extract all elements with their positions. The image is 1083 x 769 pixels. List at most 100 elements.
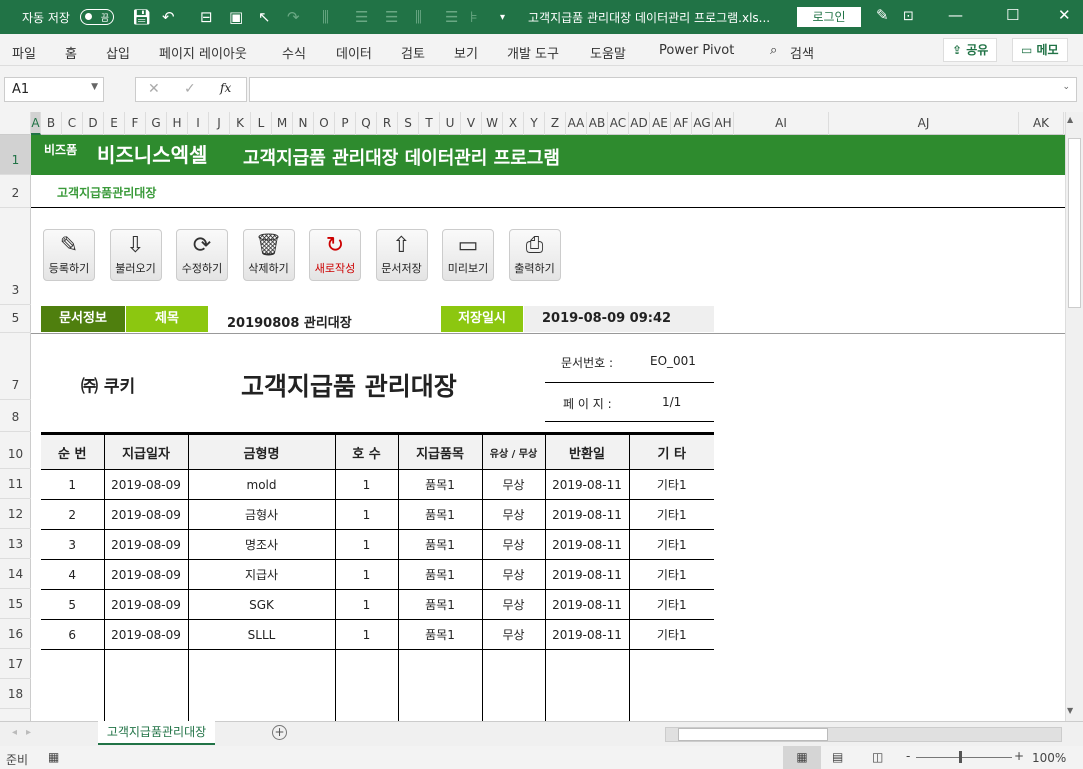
menu-view[interactable]: 보기 <box>454 43 478 62</box>
fit-icon[interactable]: ⊟ <box>200 8 213 26</box>
column-header[interactable]: I <box>188 112 209 135</box>
row-header[interactable]: 14 <box>0 559 31 589</box>
function-icon[interactable]: fx <box>220 81 231 95</box>
maximize-button[interactable]: ☐ <box>1006 6 1019 24</box>
row-header[interactable]: 11 <box>0 469 31 499</box>
table-cell[interactable]: 기타1 <box>628 469 714 500</box>
table-cell[interactable]: 1 <box>334 559 398 590</box>
table-cell[interactable]: 2019-08-09 <box>103 529 188 560</box>
zoom-slider-thumb[interactable] <box>959 751 962 763</box>
scroll-up-icon[interactable]: ▲ <box>1067 115 1073 124</box>
row-header[interactable]: 8 <box>0 400 31 432</box>
pen-icon[interactable]: ✎ <box>876 6 889 24</box>
zoom-out-button[interactable]: - <box>906 749 910 763</box>
tool-button-7[interactable]: ▭ 미리보기 <box>442 229 494 281</box>
column-header[interactable]: P <box>335 112 356 135</box>
row-header[interactable]: 13 <box>0 529 31 559</box>
h-scroll-thumb[interactable] <box>678 728 828 741</box>
table-cell[interactable]: 2019-08-11 <box>544 559 629 590</box>
menu-power-pivot[interactable]: Power Pivot <box>659 43 734 58</box>
menu-review[interactable]: 검토 <box>401 43 425 62</box>
table-cell[interactable]: 기타1 <box>628 619 714 650</box>
table-cell[interactable]: 2019-08-11 <box>544 589 629 620</box>
column-header[interactable]: B <box>41 112 62 135</box>
row-header[interactable]: 3 <box>0 208 31 305</box>
zoom-level[interactable]: 100% <box>1032 751 1066 765</box>
chevron-down-icon[interactable]: ▼ <box>91 82 98 92</box>
column-header[interactable]: U <box>440 112 461 135</box>
sheet-tab-active[interactable]: 고객지급품관리대장 <box>98 721 215 745</box>
menu-home[interactable]: 홈 <box>65 43 77 62</box>
table-cell[interactable]: 기타1 <box>628 559 714 590</box>
column-header[interactable]: Z <box>545 112 566 135</box>
tool-button-3[interactable]: ⟳ 수정하기 <box>176 229 228 281</box>
menu-insert[interactable]: 삽입 <box>106 43 130 62</box>
page-layout-view-icon[interactable]: ▤ <box>832 750 843 764</box>
menu-data[interactable]: 데이터 <box>336 43 372 62</box>
table-cell[interactable]: 기타1 <box>628 589 714 620</box>
table-cell[interactable]: 3 <box>41 529 104 560</box>
table-cell[interactable] <box>103 649 188 721</box>
align-icon[interactable]: ☰ <box>355 8 368 26</box>
column-header[interactable]: AC <box>608 112 629 135</box>
column-header[interactable]: R <box>377 112 398 135</box>
table-cell[interactable]: 품목1 <box>397 469 482 500</box>
vertical-scrollbar[interactable]: ▲ ▼ <box>1065 112 1083 721</box>
column-header[interactable]: L <box>251 112 272 135</box>
prev-sheet-icon[interactable]: ◂ <box>12 727 17 738</box>
table-cell[interactable]: 무상 <box>481 469 545 500</box>
row-header[interactable]: 17 <box>0 649 31 679</box>
table-cell[interactable]: 2019-08-11 <box>544 619 629 650</box>
table-cell[interactable]: 2019-08-11 <box>544 529 629 560</box>
column-header[interactable]: AI <box>734 112 829 135</box>
image-icon[interactable]: ▣ <box>229 8 243 26</box>
column-header[interactable]: AA <box>566 112 587 135</box>
table-cell[interactable]: 무상 <box>481 559 545 590</box>
table-cell[interactable]: 품목1 <box>397 559 482 590</box>
table-cell[interactable]: mold <box>187 469 335 500</box>
table-cell[interactable]: SLLL <box>187 619 335 650</box>
row-header[interactable]: 18 <box>0 679 31 709</box>
column-header[interactable]: AH <box>713 112 734 135</box>
table-cell[interactable]: 1 <box>334 469 398 500</box>
autosave-toggle[interactable]: 끔 <box>80 9 114 25</box>
table-cell[interactable]: 1 <box>41 469 104 500</box>
column-header[interactable]: W <box>482 112 503 135</box>
column-header[interactable]: O <box>314 112 335 135</box>
column-header[interactable]: G <box>146 112 167 135</box>
table-cell[interactable]: 기타1 <box>628 499 714 530</box>
column-header[interactable]: AG <box>692 112 713 135</box>
close-button[interactable]: ✕ <box>1058 6 1071 24</box>
column-header[interactable]: AB <box>587 112 608 135</box>
column-header[interactable]: H <box>167 112 188 135</box>
column-header[interactable]: Q <box>356 112 377 135</box>
row-header[interactable]: 2 <box>0 175 31 208</box>
enter-icon[interactable]: ✓ <box>184 81 196 97</box>
search-box[interactable]: 검색 <box>790 43 814 62</box>
horizontal-scrollbar[interactable] <box>665 727 1062 742</box>
customize-icon[interactable]: ▾ <box>500 12 505 23</box>
formula-input[interactable]: ⌄ <box>249 77 1077 102</box>
worksheet[interactable]: 비즈폼 비즈니스엑셀 고객지급품 관리대장 데이터관리 프로그램 고객지급품관리… <box>31 135 1065 721</box>
menu-help[interactable]: 도움말 <box>590 43 626 62</box>
table-cell[interactable]: 무상 <box>481 589 545 620</box>
row-header[interactable]: 5 <box>0 305 31 333</box>
table-cell[interactable]: 명조사 <box>187 529 335 560</box>
column-header[interactable]: M <box>272 112 293 135</box>
align-icon[interactable]: ⊧ <box>470 8 478 26</box>
column-header[interactable]: AE <box>650 112 671 135</box>
title-value[interactable]: 20190808 관리대장 <box>227 312 352 331</box>
table-cell[interactable] <box>187 649 335 721</box>
table-cell[interactable]: 기타1 <box>628 529 714 560</box>
table-cell[interactable]: 4 <box>41 559 104 590</box>
cancel-icon[interactable]: ✕ <box>148 81 160 97</box>
memo-button[interactable]: ▭ 메모 <box>1012 38 1068 62</box>
table-cell[interactable] <box>544 649 629 721</box>
table-cell[interactable]: SGK <box>187 589 335 620</box>
column-header[interactable]: D <box>83 112 104 135</box>
tool-button-4[interactable]: 🗑 삭제하기 <box>242 229 295 281</box>
column-header[interactable]: N <box>293 112 314 135</box>
row-header[interactable]: 15 <box>0 589 31 619</box>
table-cell[interactable]: 무상 <box>481 529 545 560</box>
column-header[interactable]: AD <box>629 112 650 135</box>
